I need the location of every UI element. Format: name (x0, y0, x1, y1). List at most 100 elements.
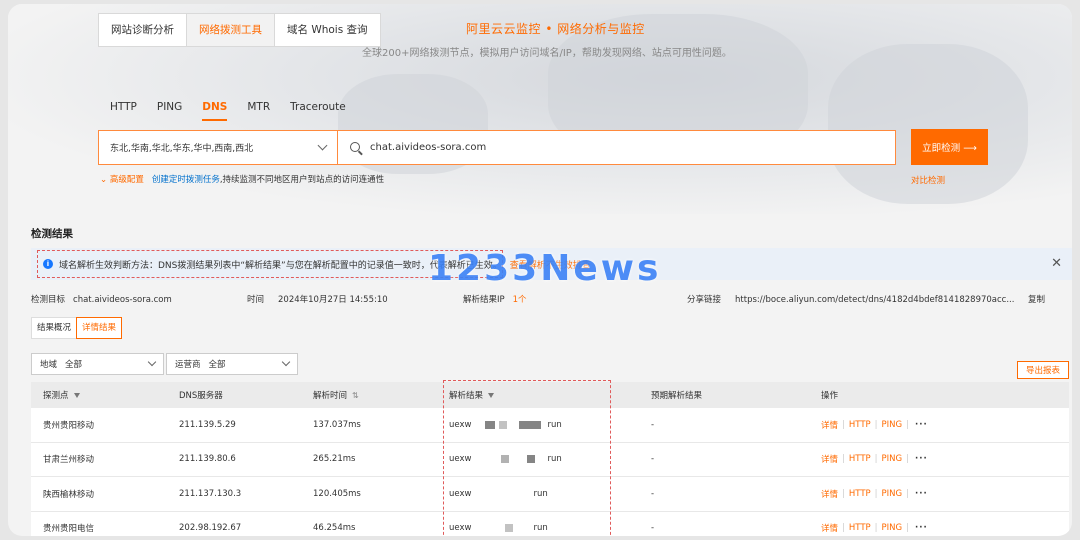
search-sub-links: ⌄ 高级配置 创建定时拨测任务,持续监测不同地区用户到站点的访问连通性 (100, 173, 384, 185)
cell-time: 46.254ms (313, 523, 356, 534)
more-icon[interactable]: ··· (915, 420, 928, 430)
start-check-button[interactable]: 立即检测 ⟶ (911, 129, 988, 165)
header-time[interactable]: 解析时间 ⇅ (313, 382, 359, 408)
time-meta: 时间 2024年10月27日 14:55:10 (247, 293, 388, 305)
filter-icon[interactable] (73, 392, 80, 398)
ip-count[interactable]: 1个 (513, 295, 527, 305)
tab-dns[interactable]: DNS (202, 101, 228, 121)
cell-dns: 211.139.5.29 (179, 419, 236, 430)
redacted-block (527, 455, 536, 464)
chevron-down-icon (281, 357, 291, 367)
redacted-block (505, 524, 514, 533)
result-prefix: uexw (449, 454, 472, 465)
cell-result: uexw run (449, 408, 562, 442)
http-link[interactable]: HTTP (849, 454, 871, 464)
start-check-label: 立即检测 ⟶ (922, 143, 977, 154)
result-prefix: uexw (449, 523, 472, 534)
domain-input[interactable]: chat.aivideos-sora.com (338, 130, 896, 165)
cell-dns: 211.137.130.3 (179, 488, 242, 499)
ping-link[interactable]: PING (882, 454, 903, 464)
detail-link[interactable]: 详情 (821, 488, 838, 500)
result-suffix: run (533, 488, 548, 499)
hero-description: 全球200+网络拨测节点，模拟用户访问域名/IP，帮助发现网络、站点可用性问题。 (362, 48, 732, 59)
header-result[interactable]: 解析结果 (449, 382, 495, 408)
region-filter-label: 地域 (40, 360, 58, 370)
tab-result-overview[interactable]: 结果概况 (32, 318, 76, 338)
cell-node: 陕西榆林移动 (43, 489, 95, 500)
cell-result: uexw run (449, 443, 562, 477)
export-report-button[interactable]: 导出报表 (1017, 361, 1069, 379)
advanced-config-label: 高级配置 (109, 175, 144, 185)
redacted-block (499, 420, 508, 429)
table-header: 探测点 DNS服务器 解析时间 ⇅ 解析结果 预期解析结果 操作 (31, 382, 1069, 408)
detail-link[interactable]: 详情 (821, 419, 838, 431)
sort-icon[interactable]: ⇅ (352, 391, 359, 400)
cell-time: 265.21ms (313, 454, 356, 465)
cell-result: uexw run (449, 477, 548, 511)
close-icon[interactable]: ✕ (1051, 256, 1062, 271)
target-meta: 检测目标 chat.aivideos-sora.com (31, 293, 172, 305)
tab-mtr[interactable]: MTR (247, 101, 270, 117)
table-row: 贵州贵阳移动 211.139.5.29 137.037ms uexw run - … (31, 408, 1069, 443)
cell-node: 甘肃兰州移动 (43, 455, 95, 466)
result-prefix: uexw (449, 488, 472, 499)
search-icon (350, 142, 360, 152)
create-task-link[interactable]: 创建定时拨测任务 (152, 175, 220, 185)
http-link[interactable]: HTTP (849, 523, 871, 533)
tab-http[interactable]: HTTP (110, 101, 137, 117)
tab-site-diagnosis[interactable]: 网站诊断分析 (99, 14, 187, 46)
more-icon[interactable]: ··· (915, 489, 928, 499)
target-value: chat.aivideos-sora.com (73, 295, 172, 305)
results-title: 检测结果 (31, 228, 73, 240)
tab-result-detail[interactable]: 详情结果 (76, 317, 123, 339)
tab-traceroute[interactable]: Traceroute (290, 101, 346, 117)
detail-link[interactable]: 详情 (821, 522, 838, 534)
chevron-down-icon (147, 357, 157, 367)
share-label: 分享链接 (687, 295, 722, 305)
compare-check-link[interactable]: 对比检测 (911, 174, 945, 186)
time-value: 2024年10月27日 14:55:10 (278, 295, 388, 305)
tab-ping[interactable]: PING (157, 101, 182, 117)
region-select[interactable]: 东北,华南,华北,华东,华中,西南,西北 (98, 130, 338, 165)
redacted-block (519, 420, 542, 429)
header-node[interactable]: 探测点 (43, 382, 80, 408)
ip-meta: 解析结果IP 1个 (463, 293, 527, 305)
results-table: 探测点 DNS服务器 解析时间 ⇅ 解析结果 预期解析结果 操作 贵州贵阳移动 2… (31, 382, 1069, 536)
chevron-down-icon (317, 140, 328, 151)
region-select-value: 东北,华南,华北,华东,华中,西南,西北 (110, 144, 254, 154)
ping-link[interactable]: PING (882, 523, 903, 533)
cell-expected: - (651, 454, 655, 465)
more-icon[interactable]: ··· (915, 454, 928, 464)
detail-link[interactable]: 详情 (821, 453, 838, 465)
header-result-label: 解析结果 (449, 391, 484, 401)
cell-expected: - (651, 488, 655, 499)
cell-dns: 211.139.80.6 (179, 454, 236, 465)
cell-ops: 详情 | HTTP | PING | ··· (821, 488, 928, 500)
filter-icon[interactable] (488, 392, 495, 398)
http-link[interactable]: HTTP (849, 420, 871, 430)
ping-link[interactable]: PING (882, 489, 903, 499)
copy-link[interactable]: 复制 (1028, 293, 1045, 305)
ip-label: 解析结果IP (463, 295, 505, 305)
ping-link[interactable]: PING (882, 420, 903, 430)
region-filter[interactable]: 地域 全部 (31, 353, 164, 375)
result-suffix: run (547, 419, 562, 430)
create-task-desc: ,持续监测不同地区用户到站点的访问连通性 (219, 175, 385, 185)
cell-expected: - (651, 419, 655, 430)
cell-time: 137.037ms (313, 419, 361, 430)
header-expected: 预期解析结果 (651, 391, 703, 401)
result-suffix: run (533, 523, 548, 534)
tab-whois[interactable]: 域名 Whois 查询 (275, 14, 380, 46)
cell-time: 120.405ms (313, 488, 361, 499)
header-time-label: 解析时间 (313, 391, 348, 401)
cell-ops: 详情 | HTTP | PING | ··· (821, 522, 928, 535)
advanced-config-link[interactable]: ⌄ 高级配置 (100, 173, 144, 185)
hero-subtitle: 阿里云云监控 • 网络分析与监控 (466, 22, 645, 36)
tool-tabs: 网站诊断分析 网络拨测工具 域名 Whois 查询 (98, 13, 381, 47)
more-icon[interactable]: ··· (915, 523, 928, 533)
cell-node: 贵州贵阳移动 (43, 420, 95, 431)
cell-dns: 202.98.192.67 (179, 523, 242, 534)
http-link[interactable]: HTTP (849, 489, 871, 499)
tab-network-probe[interactable]: 网络拨测工具 (187, 14, 275, 46)
isp-filter[interactable]: 运营商 全部 (166, 353, 298, 375)
